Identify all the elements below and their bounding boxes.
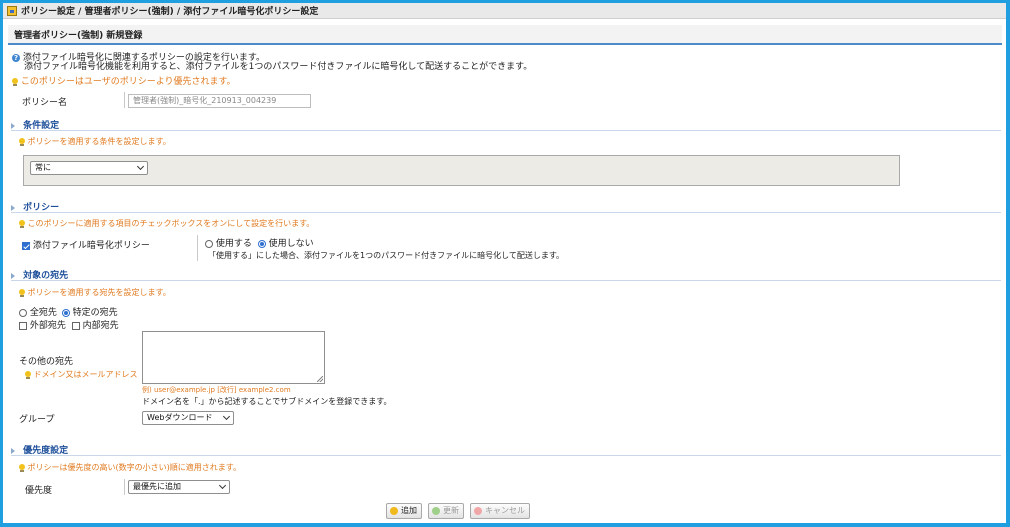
- other-recipients-textarea[interactable]: [142, 331, 325, 384]
- group-label: グループ: [19, 415, 55, 425]
- policy-name-input[interactable]: 管理者(強制)_暗号化_210913_004239: [128, 94, 311, 108]
- add-button[interactable]: 追加: [386, 503, 422, 519]
- radio-specific-label[interactable]: 特定の宛先: [73, 308, 118, 318]
- priority-note: このポリシーはユーザのポリシーより優先されます。: [12, 74, 236, 87]
- checkbox-external[interactable]: [19, 321, 27, 330]
- lightbulb-icon: [19, 463, 25, 472]
- recipient-types: 外部宛先 内部宛先: [19, 318, 119, 331]
- chevron-down-icon: [218, 481, 227, 490]
- policy-icon: [7, 5, 17, 16]
- checkbox-internal[interactable]: [71, 321, 80, 330]
- add-button-label: 追加: [401, 506, 417, 515]
- expand-arrow-icon: [11, 122, 15, 129]
- condition-select-value: 常に: [35, 163, 51, 172]
- condition-hint-text: ポリシーを適用する条件を設定します。: [27, 137, 171, 146]
- group-select-value: Webダウンロード: [147, 413, 213, 422]
- policy-hint: このポリシーに適用する項目のチェックボックスをオンにして設定を行います。: [19, 218, 314, 229]
- update-button-label: 更新: [443, 506, 459, 515]
- title-bar: ポリシー設定 / 管理者ポリシー(強制) / 添付ファイル暗号化ポリシー設定: [3, 3, 1006, 19]
- encrypt-note: 「使用する」にした場合、添付ファイルを1つのパスワード付きファイルに暗号化して配…: [208, 251, 565, 260]
- radio-use-label[interactable]: 使用する: [216, 239, 252, 249]
- recipients-hint: ポリシーを適用する宛先を設定します。: [19, 287, 171, 298]
- condition-hint: ポリシーを適用する条件を設定します。: [19, 136, 171, 147]
- priority-note-text: このポリシーはユーザのポリシーより優先されます。: [20, 77, 236, 87]
- lightbulb-icon: [25, 370, 31, 379]
- cancel-icon: [474, 507, 482, 515]
- resize-grip-icon[interactable]: [317, 376, 323, 382]
- divider: [124, 92, 125, 108]
- priority-label: 優先度: [25, 486, 53, 496]
- cancel-button-label: キャンセル: [485, 506, 525, 515]
- priority-hint: ポリシーは優先度の高い(数字の小さい)順に適用されます。: [19, 462, 241, 473]
- chevron-down-icon: [222, 412, 231, 421]
- domain-hint: ドメイン又はメールアドレス: [25, 369, 138, 380]
- breadcrumb: ポリシー設定 / 管理者ポリシー(強制) / 添付ファイル暗号化ポリシー設定: [21, 7, 319, 17]
- group-select[interactable]: Webダウンロード: [142, 411, 234, 425]
- radio-all-label[interactable]: 全宛先: [30, 308, 57, 318]
- priority-select-value: 最優先に追加: [133, 482, 181, 491]
- lightbulb-icon: [19, 219, 25, 228]
- other-recipients-label: その他の宛先: [19, 357, 74, 367]
- page-title: 管理者ポリシー(強制) 新規登録: [14, 30, 143, 41]
- recipient-scope: 全宛先 特定の宛先: [19, 305, 118, 318]
- expand-arrow-icon: [11, 204, 15, 211]
- chevron-down-icon: [136, 162, 145, 171]
- expand-arrow-icon: [11, 272, 15, 279]
- lightbulb-icon: [19, 288, 25, 297]
- condition-select[interactable]: 常に: [30, 161, 148, 175]
- intro-text-2: 添付ファイル暗号化機能を利用すると、添付ファイルを1つのパスワード付きファイルに…: [24, 62, 533, 72]
- encrypt-policy-item[interactable]: 添付ファイル暗号化ポリシー: [22, 238, 150, 251]
- recipients-hint-text: ポリシーを適用する宛先を設定します。: [27, 288, 171, 297]
- lightbulb-icon: [12, 77, 18, 86]
- expand-arrow-icon: [11, 447, 15, 454]
- domain-hint-text: ドメイン又はメールアドレス: [33, 370, 138, 379]
- priority-hint-text: ポリシーは優先度の高い(数字の小さい)順に適用されます。: [27, 463, 241, 472]
- page-header: 管理者ポリシー(強制) 新規登録: [8, 25, 1002, 45]
- update-button[interactable]: 更新: [428, 503, 464, 519]
- add-icon: [390, 507, 398, 515]
- divider: [197, 235, 198, 261]
- update-icon: [432, 507, 440, 515]
- encrypt-policy-label: 添付ファイル暗号化ポリシー: [32, 241, 150, 251]
- encrypt-policy-checkbox[interactable]: [22, 241, 30, 250]
- policy-name-label: ポリシー名: [22, 98, 68, 108]
- encrypt-options: 使用する 使用しない: [205, 236, 314, 249]
- separator: [11, 212, 1001, 213]
- radio-all[interactable]: [19, 308, 27, 317]
- separator: [11, 455, 1001, 456]
- checkbox-internal-label[interactable]: 内部宛先: [83, 321, 119, 331]
- app-window: ポリシー設定 / 管理者ポリシー(強制) / 添付ファイル暗号化ポリシー設定 管…: [3, 3, 1006, 523]
- subdomain-note: ドメイン名を「.」から記述することでサブドメインを登録できます。: [142, 397, 392, 406]
- policy-hint-text: このポリシーに適用する項目のチェックボックスをオンにして設定を行います。: [27, 219, 315, 228]
- separator: [11, 280, 1001, 281]
- radio-specific[interactable]: [61, 308, 70, 317]
- radio-use[interactable]: [205, 239, 213, 248]
- radio-nouse-label[interactable]: 使用しない: [269, 239, 314, 249]
- cancel-button[interactable]: キャンセル: [470, 503, 530, 519]
- divider: [124, 479, 125, 495]
- priority-select[interactable]: 最優先に追加: [128, 480, 230, 494]
- radio-nouse[interactable]: [257, 239, 266, 248]
- example-text: 例) user@example.jp [改行] example2.com: [142, 386, 291, 394]
- separator: [11, 130, 1001, 131]
- condition-box: [23, 155, 900, 186]
- checkbox-external-label[interactable]: 外部宛先: [30, 321, 66, 331]
- lightbulb-icon: [19, 137, 25, 146]
- info-icon: ?: [12, 53, 20, 62]
